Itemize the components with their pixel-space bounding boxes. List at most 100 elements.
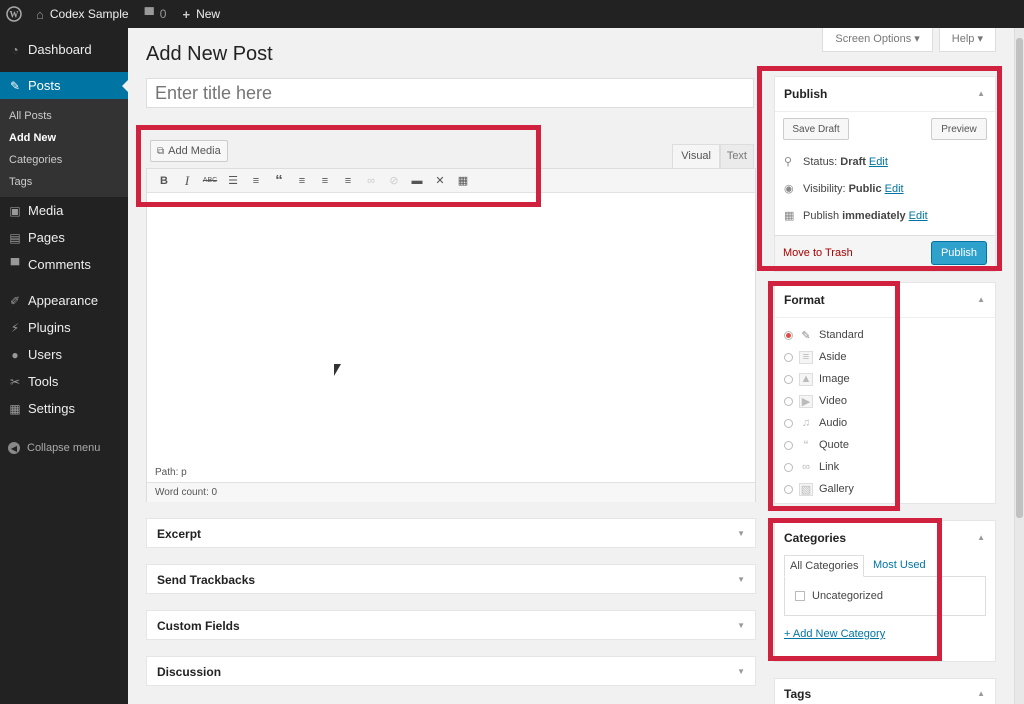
help-button[interactable]: Help ▾ xyxy=(938,28,996,52)
comment-icon: ▀ xyxy=(144,6,154,22)
sidebar-item-tools[interactable]: ✂ Tools xyxy=(0,368,128,395)
collapse-arrow-icon: ▼ xyxy=(737,621,745,630)
sidebar-item-dashboard[interactable]: ◔ Dashboard xyxy=(0,36,128,63)
italic-icon[interactable]: I xyxy=(178,172,196,190)
numbered-list-icon[interactable]: ≡ xyxy=(247,172,265,190)
blockquote-icon[interactable]: “ xyxy=(270,172,288,190)
categories-box-title[interactable]: Categories ▲ xyxy=(775,521,995,555)
sidebar-item-plugins[interactable]: ⚡ Plugins xyxy=(0,314,128,341)
radio-button[interactable] xyxy=(784,396,793,406)
collapse-arrow-icon: ▼ xyxy=(737,667,745,676)
collapse-menu-button[interactable]: ◀ Collapse menu xyxy=(0,434,128,462)
sidebar-item-settings[interactable]: ▦ Settings xyxy=(0,395,128,422)
toolbar-toggle-icon[interactable]: ▦ xyxy=(454,172,472,190)
align-center-icon[interactable]: ≡ xyxy=(316,172,334,190)
bold-icon[interactable]: B xyxy=(155,172,173,190)
move-to-trash-link[interactable]: Move to Trash xyxy=(783,247,853,259)
link-icon[interactable]: ∞ xyxy=(362,172,380,190)
collapse-arrow-icon: ▼ xyxy=(737,575,745,584)
media-icon: ⧉ xyxy=(157,145,165,157)
add-media-button[interactable]: ⧉ Add Media xyxy=(150,140,228,162)
format-option-standard[interactable]: ✎ Standard xyxy=(775,324,995,346)
brush-icon: ✐ xyxy=(9,293,21,308)
add-new-category-link[interactable]: + Add New Category xyxy=(775,616,995,646)
submenu-categories[interactable]: Categories xyxy=(0,149,128,171)
send-trackbacks-metabox[interactable]: Send Trackbacks ▼ xyxy=(146,564,756,594)
publish-box-title[interactable]: Publish ▲ xyxy=(775,77,995,112)
format-option-gallery[interactable]: ▧ Gallery xyxy=(775,478,995,500)
sidebar-item-comments[interactable]: ▀ Comments xyxy=(0,251,128,278)
sidebar-item-label: Posts xyxy=(28,78,61,93)
sidebar-item-appearance[interactable]: ✐ Appearance xyxy=(0,287,128,314)
format-option-video[interactable]: ▶ Video xyxy=(775,390,995,412)
radio-button[interactable] xyxy=(784,440,793,450)
post-editor: ⧉ Add Media Visual Text B I ABC ☰ ≡ “ ≡ … xyxy=(146,140,756,502)
edit-status-link[interactable]: Edit xyxy=(869,156,888,168)
comments-link[interactable]: ▀ 0 xyxy=(137,0,175,28)
edit-date-link[interactable]: Edit xyxy=(909,210,928,222)
read-more-icon[interactable]: ▬ xyxy=(408,172,426,190)
category-checkbox[interactable] xyxy=(795,591,805,601)
radio-button[interactable] xyxy=(784,418,793,428)
collapse-arrow-icon: ▲ xyxy=(977,689,985,698)
editor-content-area[interactable]: B I ABC ☰ ≡ “ ≡ ≡ ≡ ∞ ⊘ ▬ ✕ ▦ Path: p Wo… xyxy=(146,168,756,502)
bullet-list-icon[interactable]: ☰ xyxy=(224,172,242,190)
new-label: New xyxy=(196,7,221,21)
submenu-add-new[interactable]: Add New xyxy=(0,127,128,149)
radio-button[interactable] xyxy=(784,330,793,340)
word-count: Word count: 0 xyxy=(147,482,755,502)
edit-visibility-link[interactable]: Edit xyxy=(885,183,904,195)
gallery-icon: ▧ xyxy=(799,482,813,496)
collapse-arrow-icon: ▼ xyxy=(737,529,745,538)
pages-icon: ▤ xyxy=(9,230,21,245)
new-content-link[interactable]: + New xyxy=(174,0,228,28)
format-option-audio[interactable]: ♫ Audio xyxy=(775,412,995,434)
plugin-icon: ⚡ xyxy=(10,320,20,335)
sidebar-item-label: Pages xyxy=(28,230,65,245)
excerpt-metabox[interactable]: Excerpt ▼ xyxy=(146,518,756,548)
tab-visual[interactable]: Visual xyxy=(672,144,720,168)
sidebar-item-posts[interactable]: ✎ Posts xyxy=(0,72,128,99)
unlink-icon[interactable]: ⊘ xyxy=(385,172,403,190)
format-option-aside[interactable]: ≡ Aside xyxy=(775,346,995,368)
pin-icon: ⚲ xyxy=(784,156,793,168)
format-option-image[interactable]: ▲ Image xyxy=(775,368,995,390)
site-name-link[interactable]: ⌂ Codex Sample xyxy=(28,0,137,28)
collapse-arrow-icon: ◀ xyxy=(8,442,20,454)
format-box-title[interactable]: Format ▲ xyxy=(775,283,995,318)
tags-box-title[interactable]: Tags ▲ xyxy=(775,679,995,704)
fullscreen-icon[interactable]: ✕ xyxy=(431,172,449,190)
format-option-link[interactable]: ∞ Link xyxy=(775,456,995,478)
sidebar-item-pages[interactable]: ▤ Pages xyxy=(0,224,128,251)
submenu-tags[interactable]: Tags xyxy=(0,171,128,193)
align-left-icon[interactable]: ≡ xyxy=(293,172,311,190)
save-draft-button[interactable]: Save Draft xyxy=(783,118,849,140)
format-option-quote[interactable]: “ Quote xyxy=(775,434,995,456)
radio-button[interactable] xyxy=(784,352,793,362)
post-title-input[interactable] xyxy=(146,78,754,108)
screen-options-button[interactable]: Screen Options ▾ xyxy=(822,28,933,52)
tab-all-categories[interactable]: All Categories xyxy=(784,555,865,577)
sidebar-item-label: Settings xyxy=(28,401,75,416)
strikethrough-icon[interactable]: ABC xyxy=(201,172,219,190)
radio-button[interactable] xyxy=(784,374,793,384)
scrollbar-thumb[interactable] xyxy=(1016,38,1023,518)
collapse-arrow-icon: ▲ xyxy=(977,295,985,304)
preview-button[interactable]: Preview xyxy=(931,118,987,140)
window-scrollbar[interactable] xyxy=(1014,28,1024,704)
radio-button[interactable] xyxy=(784,484,793,494)
admin-sidebar: ◔ Dashboard ✎ Posts All Posts Add New Ca… xyxy=(0,28,128,704)
align-right-icon[interactable]: ≡ xyxy=(339,172,357,190)
audio-icon: ♫ xyxy=(801,417,811,429)
publish-button[interactable]: Publish xyxy=(931,241,987,265)
discussion-metabox[interactable]: Discussion ▼ xyxy=(146,656,756,686)
submenu-all-posts[interactable]: All Posts xyxy=(0,105,128,127)
sidebar-item-users[interactable]: ● Users xyxy=(0,341,128,368)
custom-fields-metabox[interactable]: Custom Fields ▼ xyxy=(146,610,756,640)
radio-button[interactable] xyxy=(784,462,793,472)
wordpress-logo-icon[interactable]: W xyxy=(0,0,28,28)
user-icon: ● xyxy=(11,347,19,362)
tab-text[interactable]: Text xyxy=(719,144,754,168)
sidebar-item-media[interactable]: ▣ Media xyxy=(0,197,128,224)
tab-most-used[interactable]: Most Used xyxy=(868,555,931,577)
